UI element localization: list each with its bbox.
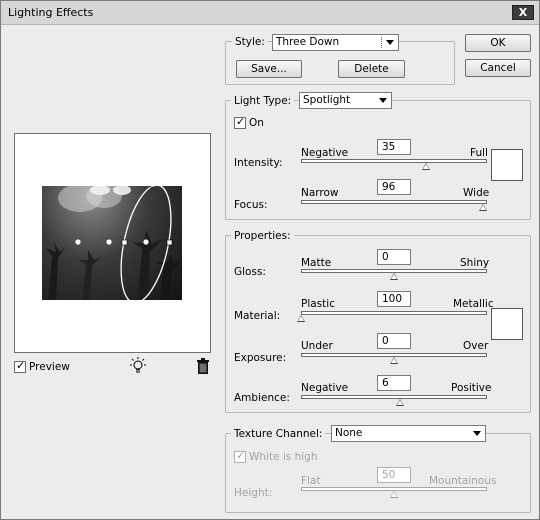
- intensity-min-label: Negative: [301, 147, 349, 159]
- height-min-label: Flat: [301, 475, 321, 487]
- preview-image: [42, 186, 182, 300]
- gloss-max-label: Shiny: [460, 257, 490, 269]
- gloss-slider-thumb[interactable]: [390, 273, 398, 280]
- chevron-down-icon: [473, 431, 481, 436]
- focus-input[interactable]: 96: [377, 179, 411, 195]
- on-checkbox[interactable]: ✓: [234, 115, 246, 129]
- light-type-dropdown[interactable]: Spotlight: [299, 92, 392, 109]
- preview-checkbox[interactable]: ✓: [14, 359, 26, 373]
- intensity-input[interactable]: 35: [377, 139, 411, 155]
- intensity-slider-thumb[interactable]: [421, 163, 430, 170]
- palm-tree: [46, 242, 66, 300]
- light-center-point[interactable]: [75, 239, 81, 245]
- material-slider-track[interactable]: [301, 311, 487, 315]
- chevron-down-icon: [386, 40, 394, 45]
- height-slider-thumb[interactable]: [390, 491, 398, 498]
- height-input[interactable]: 50: [377, 467, 411, 483]
- checkmark-icon: ✓: [16, 359, 26, 372]
- focus-max-label: Wide: [463, 187, 490, 199]
- white-is-high-checkbox[interactable]: ✓: [234, 449, 246, 463]
- ambience-slider-track[interactable]: [301, 395, 487, 399]
- light-bulb-icon[interactable]: [129, 357, 147, 375]
- ellipse-handle-top[interactable]: [149, 186, 156, 188]
- height-max-label: Mountainous: [429, 475, 497, 487]
- checkmark-icon: ✓: [236, 115, 246, 128]
- ambience-input[interactable]: 6: [377, 375, 411, 391]
- material-slider-thumb[interactable]: [297, 315, 305, 322]
- style-dropdown[interactable]: Three Down: [272, 34, 399, 51]
- checkmark-icon: ✓: [236, 449, 246, 462]
- save-button[interactable]: Save...: [236, 60, 302, 78]
- light-center-point[interactable]: [106, 239, 112, 245]
- texture-channel-dropdown[interactable]: None: [331, 425, 486, 442]
- dialog-title: Lighting Effects: [8, 6, 94, 19]
- focus-slider-thumb[interactable]: [479, 204, 488, 211]
- ambience-min-label: Negative: [301, 382, 349, 394]
- preview-canvas[interactable]: [14, 133, 211, 353]
- lighting-effects-dialog: Lighting Effects X ✓ Preview Style: Thre…: [0, 0, 540, 520]
- exposure-min-label: Under: [301, 340, 333, 352]
- ok-button[interactable]: OK: [465, 34, 531, 52]
- chevron-down-icon: [379, 98, 387, 103]
- exposure-label: Exposure:: [234, 352, 287, 364]
- properties-label: Properties:: [231, 230, 294, 242]
- title-bar: Lighting Effects X: [1, 1, 539, 25]
- on-label: On: [249, 117, 264, 129]
- focus-min-label: Narrow: [301, 187, 339, 199]
- dropdown-separator: [381, 37, 382, 48]
- close-button[interactable]: X: [512, 5, 534, 20]
- intensity-label: Intensity:: [234, 157, 283, 169]
- ambience-slider-thumb[interactable]: [395, 399, 404, 406]
- exposure-input[interactable]: 0: [377, 333, 411, 349]
- light-center-point[interactable]: [143, 239, 149, 245]
- close-icon: X: [518, 6, 528, 19]
- palm-tree: [78, 250, 102, 300]
- ambience-label: Ambience:: [234, 392, 290, 404]
- white-is-high-label: White is high: [249, 451, 318, 463]
- intensity-slider-track[interactable]: [301, 159, 487, 163]
- light-type-value: Spotlight: [303, 94, 351, 106]
- style-value: Three Down: [276, 36, 340, 48]
- ambience-max-label: Positive: [451, 382, 492, 394]
- ellipse-handle-left[interactable]: [121, 239, 128, 246]
- scene-graphics: [46, 186, 182, 300]
- gloss-input[interactable]: 0: [377, 249, 411, 265]
- material-min-label: Plastic: [301, 298, 335, 310]
- delete-button[interactable]: Delete: [338, 60, 405, 78]
- cancel-button[interactable]: Cancel: [465, 59, 531, 77]
- texture-channel-value: None: [335, 427, 363, 439]
- light-color-swatch[interactable]: [491, 149, 523, 181]
- style-label: Style:: [232, 36, 268, 48]
- ellipse-handle-right[interactable]: [166, 239, 173, 246]
- gloss-label: Gloss:: [234, 266, 266, 278]
- ambient-color-swatch[interactable]: [491, 308, 523, 340]
- texture-channel-label: Texture Channel:: [231, 428, 326, 440]
- intensity-max-label: Full: [470, 147, 488, 159]
- palm-tree: [156, 254, 182, 300]
- trash-icon[interactable]: [196, 358, 210, 374]
- preview-label: Preview: [29, 361, 70, 373]
- height-label: Height:: [234, 487, 273, 499]
- focus-label: Focus:: [234, 199, 268, 211]
- focus-slider-track[interactable]: [301, 200, 487, 204]
- material-max-label: Metallic: [453, 298, 494, 310]
- exposure-slider-thumb[interactable]: [390, 357, 398, 364]
- material-label: Material:: [234, 310, 281, 322]
- light-type-label: Light Type:: [231, 95, 295, 107]
- gloss-min-label: Matte: [301, 257, 332, 269]
- material-input[interactable]: 100: [377, 291, 411, 307]
- exposure-max-label: Over: [463, 340, 489, 352]
